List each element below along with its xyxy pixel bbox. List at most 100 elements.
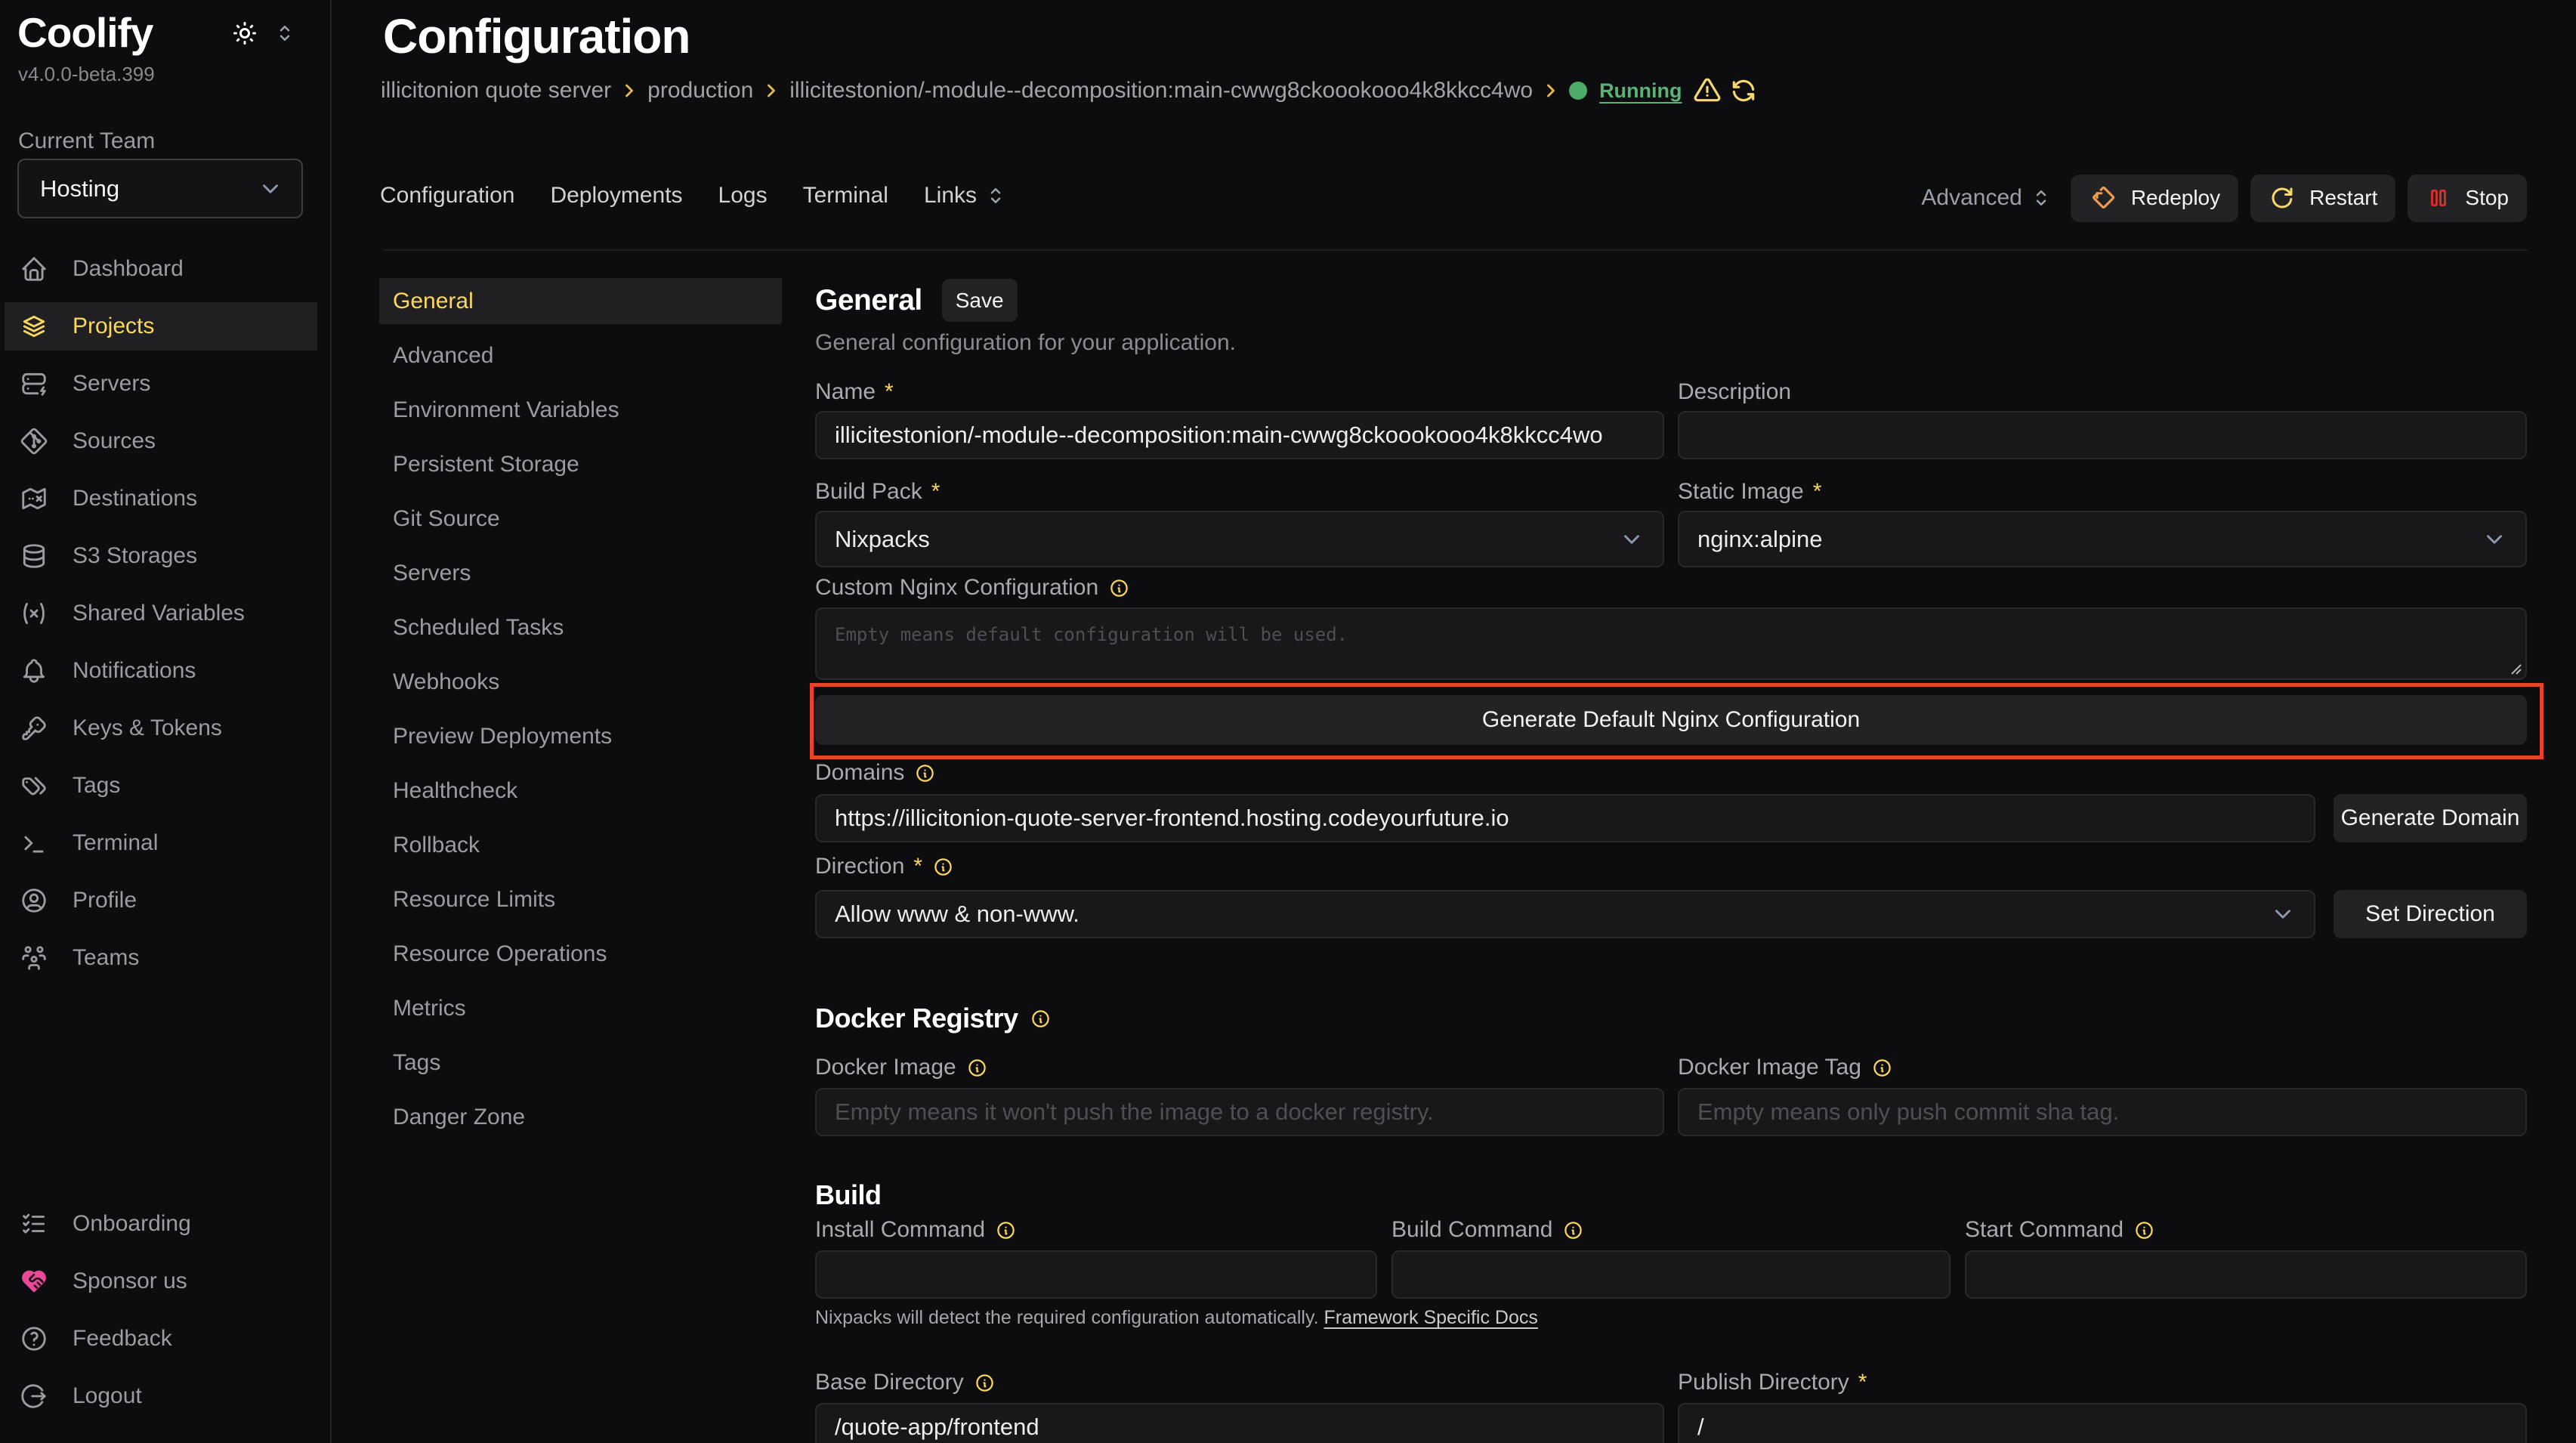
start-command-input[interactable]	[1965, 1250, 2527, 1299]
info-icon[interactable]	[1109, 578, 1129, 598]
info-icon[interactable]	[967, 1058, 987, 1078]
team-select[interactable]: Hosting	[17, 159, 303, 218]
sidebar-item-notifications[interactable]: Notifications	[0, 647, 330, 695]
tab-links[interactable]: Links	[924, 183, 977, 209]
tab-bar: Configuration Deployments Logs Terminal Link…	[380, 183, 1007, 209]
refresh-icon[interactable]	[1729, 76, 1758, 105]
settings-submenu: General Advanced Environment Variables Pers…	[379, 278, 782, 1148]
docker-image-tag-input[interactable]: Empty means only push commit sha tag.	[1678, 1088, 2527, 1136]
info-icon[interactable]	[915, 763, 935, 783]
restart-button[interactable]: Restart	[2250, 175, 2395, 222]
generate-domain-button[interactable]: Generate Domain	[2334, 794, 2527, 842]
static-image-value: nginx:alpine	[1697, 526, 1822, 553]
submenu-item-persistent-storage[interactable]: Persistent Storage	[379, 441, 782, 487]
submenu-item-scheduled-tasks[interactable]: Scheduled Tasks	[379, 604, 782, 650]
tab-deployments[interactable]: Deployments	[550, 183, 682, 209]
submenu-item-advanced[interactable]: Advanced	[379, 332, 782, 379]
static-image-select[interactable]: nginx:alpine	[1678, 511, 2527, 567]
sidebar-item-keys-tokens[interactable]: Keys & Tokens	[0, 704, 330, 752]
sidebar-item-logout[interactable]: Logout	[0, 1372, 330, 1420]
sidebar-item-sources[interactable]: Sources	[0, 417, 330, 465]
general-form: General Save General configuration for y…	[815, 266, 2527, 1443]
submenu-item-resource-operations[interactable]: Resource Operations	[379, 931, 782, 977]
chevron-down-icon	[1619, 527, 1645, 552]
install-command-label: Install Command	[815, 1217, 985, 1243]
build-command-input[interactable]	[1391, 1250, 1951, 1299]
sidebar-item-label: Projects	[73, 314, 154, 339]
sidebar-item-onboarding[interactable]: Onboarding	[0, 1200, 330, 1248]
nginx-config-textarea[interactable]: Empty means default configuration will b…	[815, 607, 2527, 680]
breadcrumb-environment[interactable]: production	[647, 78, 753, 104]
sidebar-nav-bottom: Onboarding Sponsor us Feedback Logout	[0, 1200, 330, 1429]
sidebar-item-dashboard[interactable]: Dashboard	[0, 245, 330, 293]
sidebar-item-destinations[interactable]: Destinations	[0, 474, 330, 523]
submenu-item-rollback[interactable]: Rollback	[379, 822, 782, 868]
docker-image-input[interactable]: Empty means it won't push the image to a…	[815, 1088, 1664, 1136]
docker-image-placeholder: Empty means it won't push the image to a…	[835, 1098, 1434, 1126]
warning-icon[interactable]	[1693, 76, 1722, 105]
save-button[interactable]: Save	[942, 279, 1018, 322]
sidebar: Coolify v4.0.0-beta.399 Current Team Hos…	[0, 0, 332, 1443]
description-input[interactable]	[1678, 411, 2527, 459]
submenu-item-webhooks[interactable]: Webhooks	[379, 659, 782, 705]
submenu-item-git-source[interactable]: Git Source	[379, 496, 782, 542]
sidebar-item-label: S3 Storages	[73, 543, 197, 569]
toolbar: Advanced Redeploy Restart Stop	[1921, 174, 2527, 222]
breadcrumb-project[interactable]: illicitonion quote server	[381, 78, 611, 104]
docker-registry-heading: Docker Registry	[815, 1003, 1018, 1034]
resize-handle[interactable]	[2506, 659, 2522, 675]
direction-select[interactable]: Allow www & non-www.	[815, 890, 2315, 938]
info-icon[interactable]	[933, 857, 953, 877]
sidebar-item-servers[interactable]: Servers	[0, 360, 330, 408]
sidebar-item-projects[interactable]: Projects	[5, 302, 317, 351]
submenu-item-preview-deployments[interactable]: Preview Deployments	[379, 713, 782, 759]
submenu-item-general[interactable]: General	[379, 278, 782, 324]
domains-input[interactable]: https://illicitonion-quote-server-fronte…	[815, 794, 2315, 842]
redeploy-button[interactable]: Redeploy	[2071, 175, 2238, 222]
submenu-item-resource-limits[interactable]: Resource Limits	[379, 876, 782, 922]
publish-directory-field: Publish Directory* /	[1678, 1370, 2527, 1443]
sidebar-item-teams[interactable]: Teams	[0, 934, 330, 982]
sidebar-item-shared-variables[interactable]: Shared Variables	[0, 589, 330, 638]
framework-docs-link[interactable]: Framework Specific Docs	[1324, 1307, 1537, 1328]
sidebar-item-s3storages[interactable]: S3 Storages	[0, 532, 330, 580]
status-running-link[interactable]: Running	[1599, 79, 1682, 103]
tab-terminal[interactable]: Terminal	[803, 183, 888, 209]
sidebar-item-sponsor[interactable]: Sponsor us	[0, 1257, 330, 1305]
submenu-item-servers[interactable]: Servers	[379, 550, 782, 596]
info-icon[interactable]	[1872, 1058, 1892, 1078]
sidebar-item-profile[interactable]: Profile	[0, 876, 330, 925]
database-icon	[20, 542, 48, 570]
tab-configuration[interactable]: Configuration	[380, 183, 514, 209]
info-icon[interactable]	[1563, 1220, 1583, 1241]
theme-sun-icon[interactable]	[231, 20, 258, 47]
info-icon[interactable]	[2134, 1220, 2154, 1241]
sidebar-item-terminal[interactable]: Terminal	[0, 819, 330, 867]
submenu-item-metrics[interactable]: Metrics	[379, 985, 782, 1031]
list-check-icon	[20, 1210, 48, 1238]
tab-logs[interactable]: Logs	[718, 183, 768, 209]
set-direction-button[interactable]: Set Direction	[2334, 890, 2527, 938]
submenu-item-environment-variables[interactable]: Environment Variables	[379, 387, 782, 433]
build-pack-select[interactable]: Nixpacks	[815, 511, 1664, 567]
instance-selector-icon[interactable]	[273, 22, 296, 45]
name-input[interactable]: illicitestonion/-module--decomposition:m…	[815, 411, 1664, 459]
base-directory-input[interactable]: /quote-app/frontend	[815, 1403, 1664, 1443]
generate-domain-label: Generate Domain	[2341, 805, 2520, 831]
advanced-menu[interactable]: Advanced	[1921, 185, 2052, 211]
domains-value: https://illicitonion-quote-server-fronte…	[835, 805, 1509, 832]
info-icon[interactable]	[996, 1220, 1016, 1241]
stop-button[interactable]: Stop	[2408, 175, 2527, 222]
sidebar-item-feedback[interactable]: Feedback	[0, 1315, 330, 1363]
submenu-item-healthcheck[interactable]: Healthcheck	[379, 768, 782, 814]
install-command-input[interactable]	[815, 1250, 1377, 1299]
home-icon	[20, 255, 48, 283]
selector-icon	[2030, 187, 2052, 209]
info-icon[interactable]	[974, 1373, 995, 1393]
submenu-item-tags[interactable]: Tags	[379, 1040, 782, 1086]
publish-directory-input[interactable]: /	[1678, 1403, 2527, 1443]
sidebar-item-tags[interactable]: Tags	[0, 762, 330, 810]
submenu-item-danger-zone[interactable]: Danger Zone	[379, 1094, 782, 1140]
breadcrumb-application[interactable]: illicitestonion/-module--decomposition:m…	[789, 78, 1533, 104]
info-icon[interactable]	[1030, 1009, 1051, 1029]
